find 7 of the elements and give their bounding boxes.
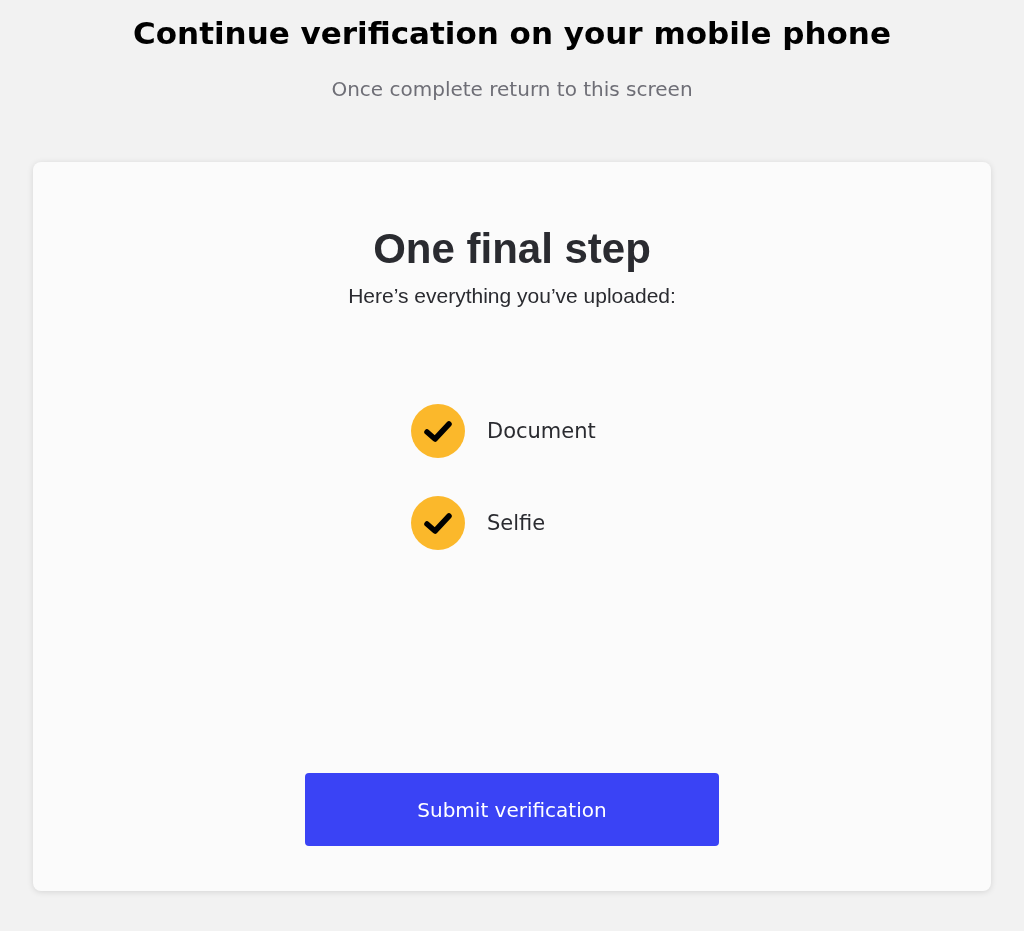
item-label: Selfie [487,511,546,535]
page-subtitle: Once complete return to this screen [331,76,693,103]
submit-button[interactable]: Submit verification [305,773,719,846]
page-title: Continue verification on your mobile phone [133,14,891,53]
item-label: Document [487,419,596,443]
card-title: One final step [373,224,651,274]
card-subtitle: Here’s everything you’ve uploaded: [348,283,676,309]
